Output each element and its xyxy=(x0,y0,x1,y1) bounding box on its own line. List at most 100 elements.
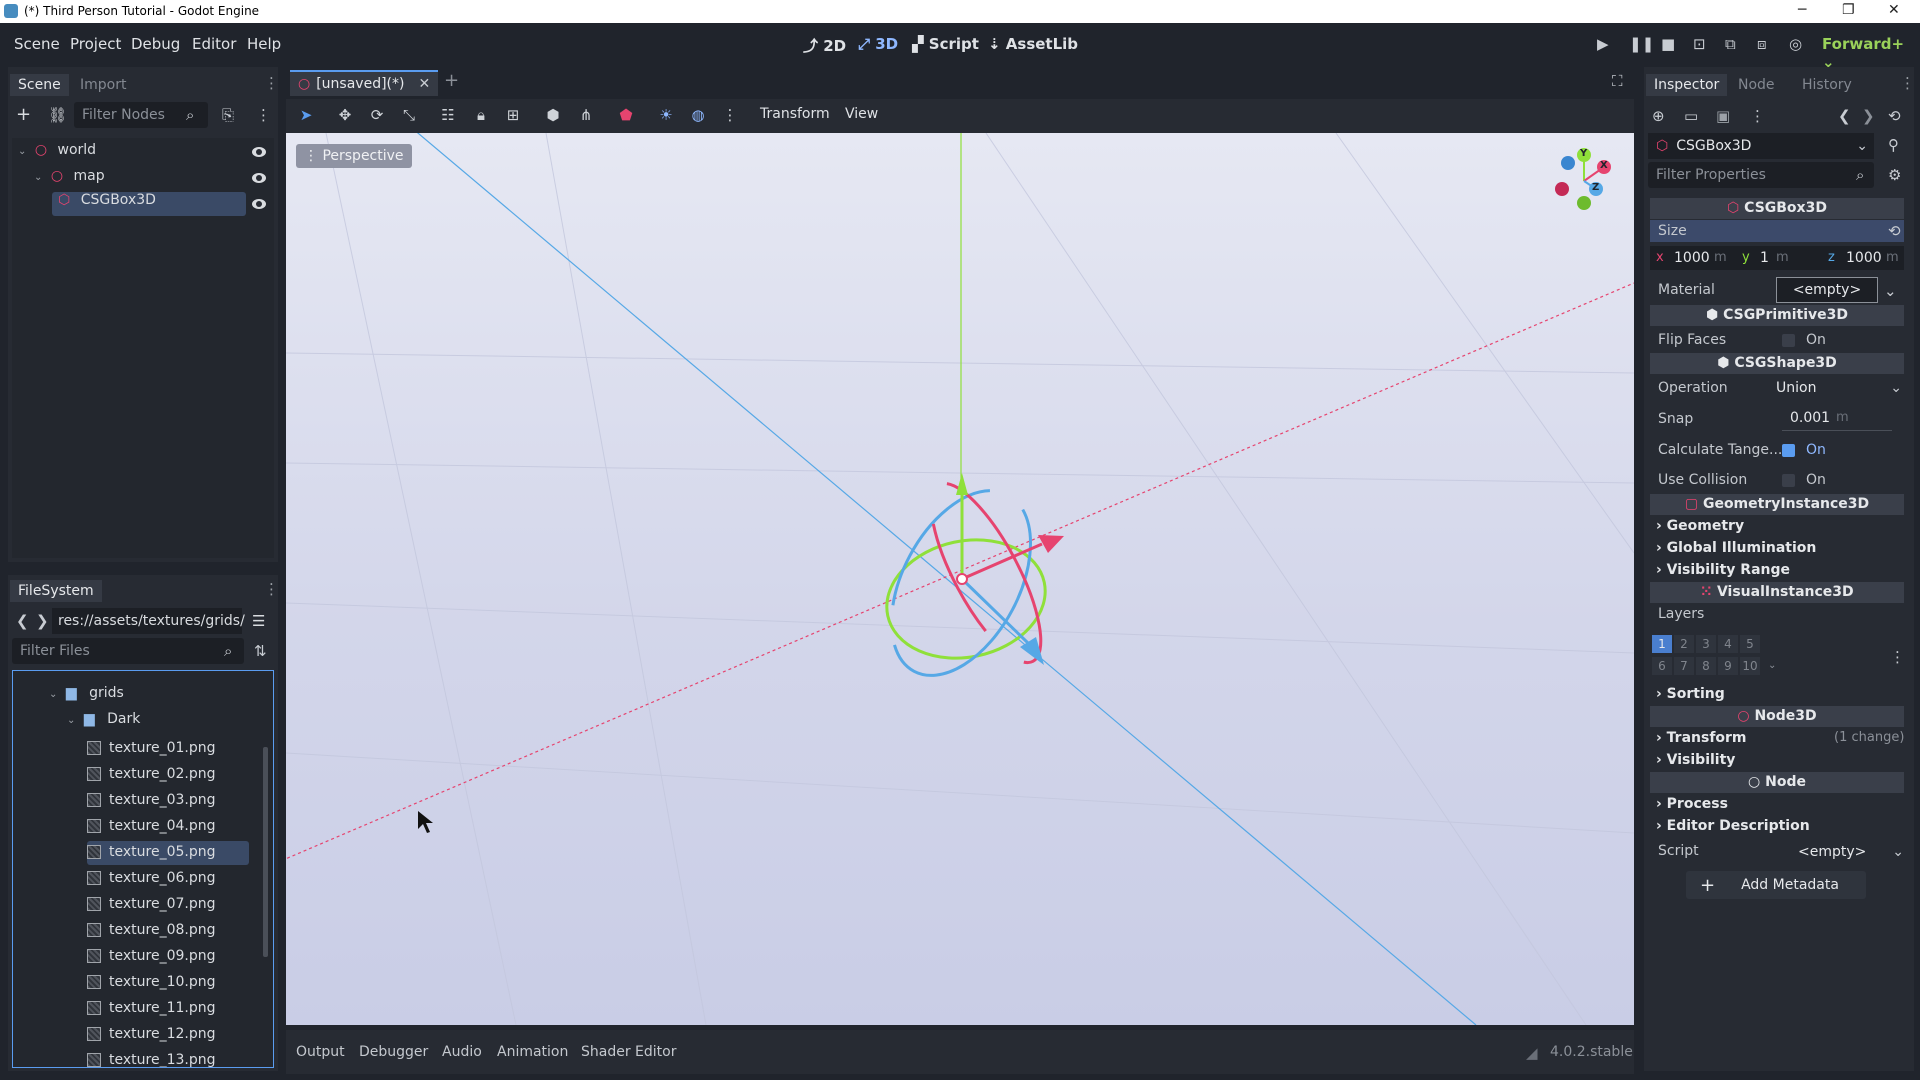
collapse-arrow-icon[interactable]: ⌄ xyxy=(34,172,42,183)
visibility-eye-icon[interactable] xyxy=(252,173,266,183)
history-back-icon[interactable]: ❮ xyxy=(1838,107,1851,125)
add-tab-icon[interactable]: + xyxy=(444,70,459,91)
size-x-input[interactable]: 1000 xyxy=(1674,250,1710,266)
inspector-options-icon[interactable]: ⋮ xyxy=(1750,107,1765,125)
close-window-button[interactable]: ✕ xyxy=(1888,2,1900,18)
group-transform[interactable]: › Transform xyxy=(1656,730,1747,746)
dock-menu-icon[interactable]: ⋮ xyxy=(264,74,279,92)
collapse-arrow-icon[interactable]: ⌄ xyxy=(18,146,26,157)
instance-scene-icon[interactable]: ⛓ xyxy=(48,106,67,124)
workspace-script-button[interactable]: ▞ Script xyxy=(912,35,979,53)
workspace-assetlib-button[interactable]: ⇣ AssetLib xyxy=(988,35,1078,53)
3d-viewport[interactable]: ⋮ Perspective Y X Z xyxy=(286,133,1634,1025)
scrollbar[interactable] xyxy=(263,747,268,957)
sun-preview-icon[interactable]: ☀ xyxy=(656,106,676,126)
distraction-free-icon[interactable]: ⛶ xyxy=(1612,72,1623,90)
minimize-button[interactable]: ─ xyxy=(1798,2,1806,18)
layer-toggle-8[interactable]: 8 xyxy=(1696,657,1716,675)
play-icon[interactable]: ▶ xyxy=(1597,35,1609,53)
add-node-icon[interactable]: + xyxy=(16,104,31,125)
collapse-arrow-icon[interactable]: ⌄ xyxy=(49,689,57,700)
forward-icon[interactable]: ❯ xyxy=(36,612,49,630)
chevron-down-icon[interactable]: ⌄ xyxy=(1884,282,1897,300)
tab-audio[interactable]: Audio xyxy=(442,1044,482,1060)
attach-script-icon[interactable]: ⎘ xyxy=(222,106,234,124)
filter-properties-input[interactable]: Filter Properties xyxy=(1648,162,1874,188)
close-tab-icon[interactable]: ✕ xyxy=(418,76,430,92)
play-custom-scene-icon[interactable]: ⧈ xyxy=(1757,35,1767,53)
material-picker[interactable]: <empty> xyxy=(1776,277,1878,303)
script-picker[interactable]: <empty> ⌄ xyxy=(1798,840,1904,864)
snap-icon[interactable]: ⋔ xyxy=(576,106,596,126)
tab-filesystem[interactable]: FileSystem xyxy=(10,580,102,602)
menu-help[interactable]: Help xyxy=(247,35,281,53)
tree-node-world[interactable]: ⌄ ○ world xyxy=(18,142,96,166)
toggle-split-icon[interactable]: ☰ xyxy=(252,612,265,630)
layer-toggle-1[interactable]: 1 xyxy=(1652,635,1672,653)
menu-view[interactable]: View xyxy=(845,106,878,122)
movie-maker-icon[interactable]: ◎ xyxy=(1789,35,1802,53)
group-icon[interactable]: ⊞ xyxy=(503,106,523,126)
back-icon[interactable]: ❮ xyxy=(16,612,29,630)
play-scene-icon[interactable]: ⧉ xyxy=(1725,35,1736,53)
tab-history[interactable]: History xyxy=(1802,77,1852,93)
open-folder-icon[interactable]: ▭ xyxy=(1684,107,1698,125)
snap-field[interactable]: 0.001 m xyxy=(1782,407,1892,431)
scale-tool-icon[interactable]: ⤡ xyxy=(399,106,419,126)
dock-menu-icon[interactable]: ⋮ xyxy=(1900,74,1915,92)
menu-transform[interactable]: Transform xyxy=(760,106,830,122)
layer-toggle-3[interactable]: 3 xyxy=(1696,635,1716,653)
dock-menu-icon[interactable]: ⋮ xyxy=(264,580,279,598)
layers-menu-icon[interactable]: ⋮ xyxy=(1890,648,1905,666)
history-forward-icon[interactable]: ❯ xyxy=(1862,107,1875,125)
save-icon[interactable]: ▣ xyxy=(1716,107,1730,125)
rotate-tool-icon[interactable]: ⟳ xyxy=(367,106,387,126)
layer-toggle-7[interactable]: 7 xyxy=(1674,657,1694,675)
object-history-icon[interactable]: ⟲ xyxy=(1888,107,1901,125)
tab-output[interactable]: Output xyxy=(296,1044,345,1060)
layer-toggle-4[interactable]: 4 xyxy=(1718,635,1738,653)
camera-preview-icon[interactable]: ⬟ xyxy=(616,106,636,126)
tab-shader-editor[interactable]: Shader Editor xyxy=(581,1044,676,1060)
tree-node-csgbox3d[interactable]: ⬡ CSGBox3D xyxy=(52,192,246,216)
folder-grids[interactable]: ⌄ ▆ grids xyxy=(49,685,124,709)
list-select-icon[interactable]: ☷ xyxy=(438,106,458,126)
renderer-select[interactable]: Forward+ ⌄ xyxy=(1822,35,1920,71)
tree-node-map[interactable]: ⌄ ○ map xyxy=(34,168,105,192)
scene-tab[interactable]: ○ [unsaved](*) ✕ xyxy=(290,70,439,96)
group-geometry[interactable]: › Geometry xyxy=(1656,518,1744,534)
collapse-arrow-icon[interactable]: ⌄ xyxy=(67,715,75,726)
select-tool-icon[interactable]: ➤ xyxy=(296,106,316,126)
add-metadata-button[interactable]: + Add Metadata xyxy=(1686,871,1866,899)
tab-scene[interactable]: Scene xyxy=(10,74,69,96)
chevron-down-icon[interactable]: ⌄ xyxy=(1768,660,1776,671)
move-tool-icon[interactable]: ✥ xyxy=(335,106,355,126)
viewport-options-icon[interactable]: ⋮ xyxy=(720,106,740,126)
maximize-button[interactable]: ❐ xyxy=(1842,2,1855,18)
sort-icon[interactable]: ⇅ xyxy=(254,642,267,660)
stop-icon[interactable]: ■ xyxy=(1661,35,1675,53)
visibility-eye-icon[interactable] xyxy=(252,199,266,209)
group-editor-description[interactable]: › Editor Description xyxy=(1656,818,1810,834)
property-options-icon[interactable]: ⚙ xyxy=(1888,166,1901,184)
layer-toggle-10[interactable]: 10 xyxy=(1740,657,1760,675)
layer-toggle-5[interactable]: 5 xyxy=(1740,635,1760,653)
folder-dark[interactable]: ⌄ ▆ Dark xyxy=(67,711,140,735)
layer-toggle-6[interactable]: 6 xyxy=(1652,657,1672,675)
group-global-illumination[interactable]: › Global Illumination xyxy=(1656,540,1816,556)
size-row[interactable] xyxy=(1650,220,1904,242)
flip-faces-checkbox[interactable] xyxy=(1782,334,1795,347)
perspective-menu-button[interactable]: ⋮ Perspective xyxy=(296,144,412,168)
workspace-2d-button[interactable]: ⤴ 2D xyxy=(803,35,846,56)
file-item[interactable]: texture_05.png xyxy=(87,841,249,865)
path-field[interactable]: res://assets/textures/grids/ xyxy=(52,608,245,634)
remote-debug-icon[interactable]: ⊡ xyxy=(1693,35,1706,53)
object-tools-icon[interactable]: ⚲ xyxy=(1888,136,1899,154)
layer-toggle-9[interactable]: 9 xyxy=(1718,657,1738,675)
use-collision-checkbox[interactable] xyxy=(1782,474,1795,487)
group-sorting[interactable]: › Sorting xyxy=(1656,686,1725,702)
pause-icon[interactable]: ❚❚ xyxy=(1629,35,1654,53)
layer-toggle-2[interactable]: 2 xyxy=(1674,635,1694,653)
menu-scene[interactable]: Scene xyxy=(14,35,60,53)
local-space-icon[interactable]: ⬢ xyxy=(543,106,563,126)
